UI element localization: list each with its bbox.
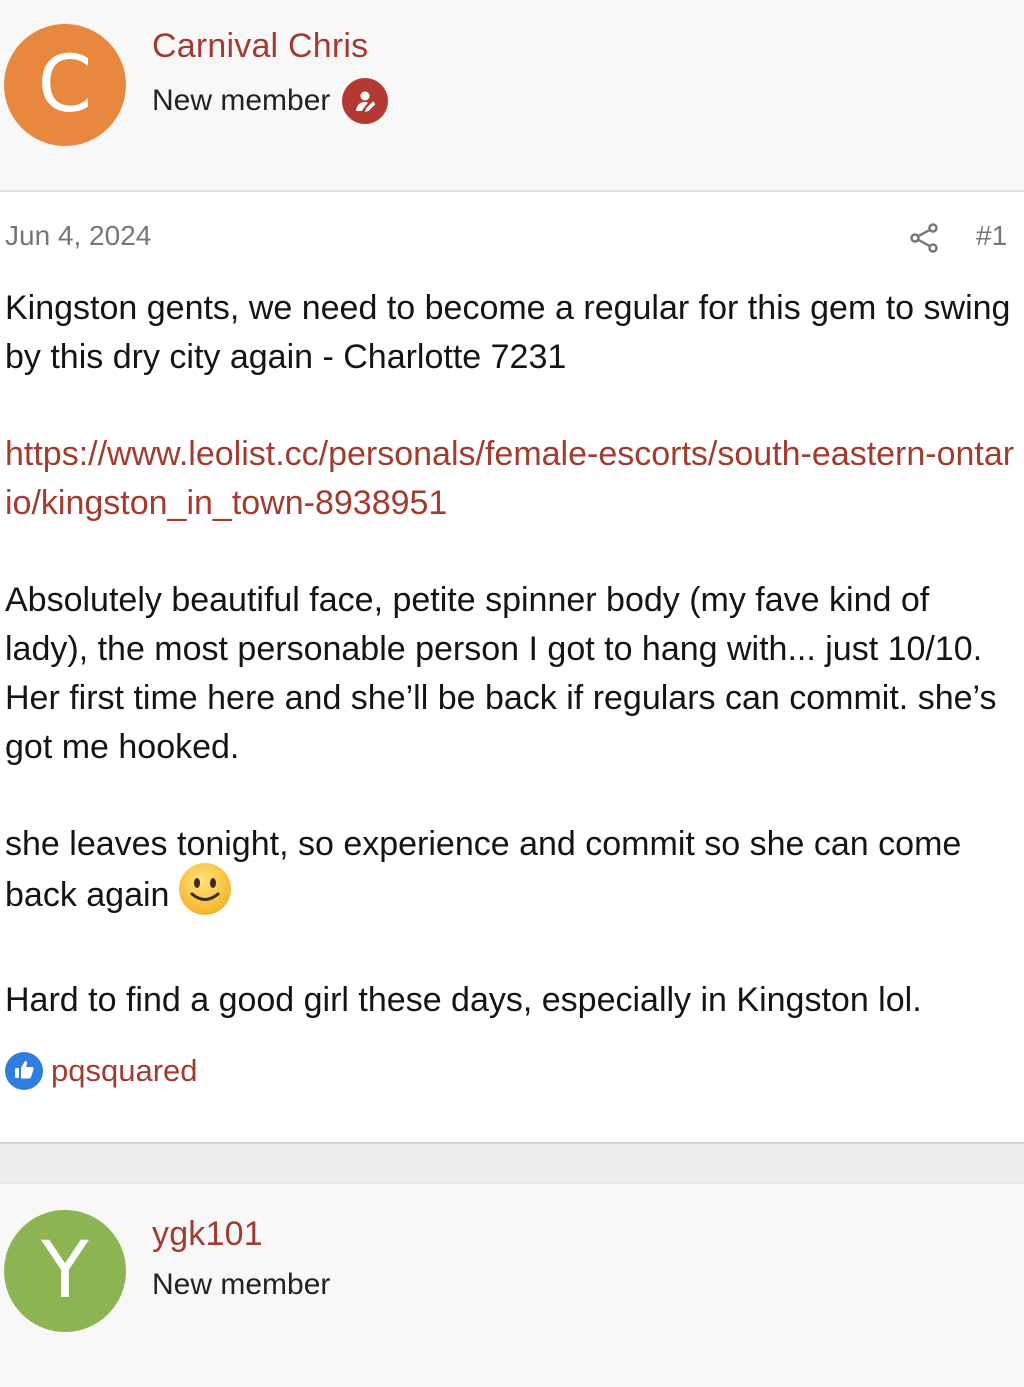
author-title-label: New member xyxy=(152,84,331,117)
post-author-header: C Carnival Chris New member xyxy=(0,0,1024,192)
reaction-users-link[interactable]: pqsquared xyxy=(51,1053,198,1089)
post-paragraph-text: she leaves tonight, so experience and co… xyxy=(5,825,962,914)
reactions-bar: pqsquared xyxy=(5,1052,198,1090)
author-title: New member xyxy=(152,78,389,124)
post-separator xyxy=(0,1142,1024,1182)
post-body: Jun 4, 2024 #1 Kingston gents, we need t… xyxy=(0,194,1024,1142)
thumbs-up-icon xyxy=(5,1052,43,1090)
author-title: New member xyxy=(152,1268,330,1302)
author-username-link[interactable]: ygk101 xyxy=(152,1215,263,1254)
post-paragraph-with-emoji: she leaves tonight, so experience and co… xyxy=(5,820,1020,925)
author-title-label: New member xyxy=(152,1268,331,1301)
post-paragraph: Hard to find a good girl these days, esp… xyxy=(5,981,922,1019)
post-date-link[interactable]: Jun 4, 2024 xyxy=(5,220,151,252)
post-author-header: Y ygk101 New member xyxy=(0,1182,1024,1387)
smiley-emoji-icon xyxy=(179,863,232,915)
post-external-link[interactable]: https://www.leolist.cc/personals/female-… xyxy=(5,430,1020,528)
post-paragraph: Absolutely beautiful face, petite spinne… xyxy=(5,581,997,766)
author-avatar[interactable]: C xyxy=(4,24,126,146)
author-username-link[interactable]: Carnival Chris xyxy=(152,27,368,66)
author-avatar[interactable]: Y xyxy=(4,1210,126,1332)
share-icon[interactable] xyxy=(908,222,940,254)
post-paragraph: Kingston gents, we need to become a regu… xyxy=(5,289,1011,376)
person-edit-icon xyxy=(342,78,389,124)
post-number-link[interactable]: #1 xyxy=(976,220,1007,252)
